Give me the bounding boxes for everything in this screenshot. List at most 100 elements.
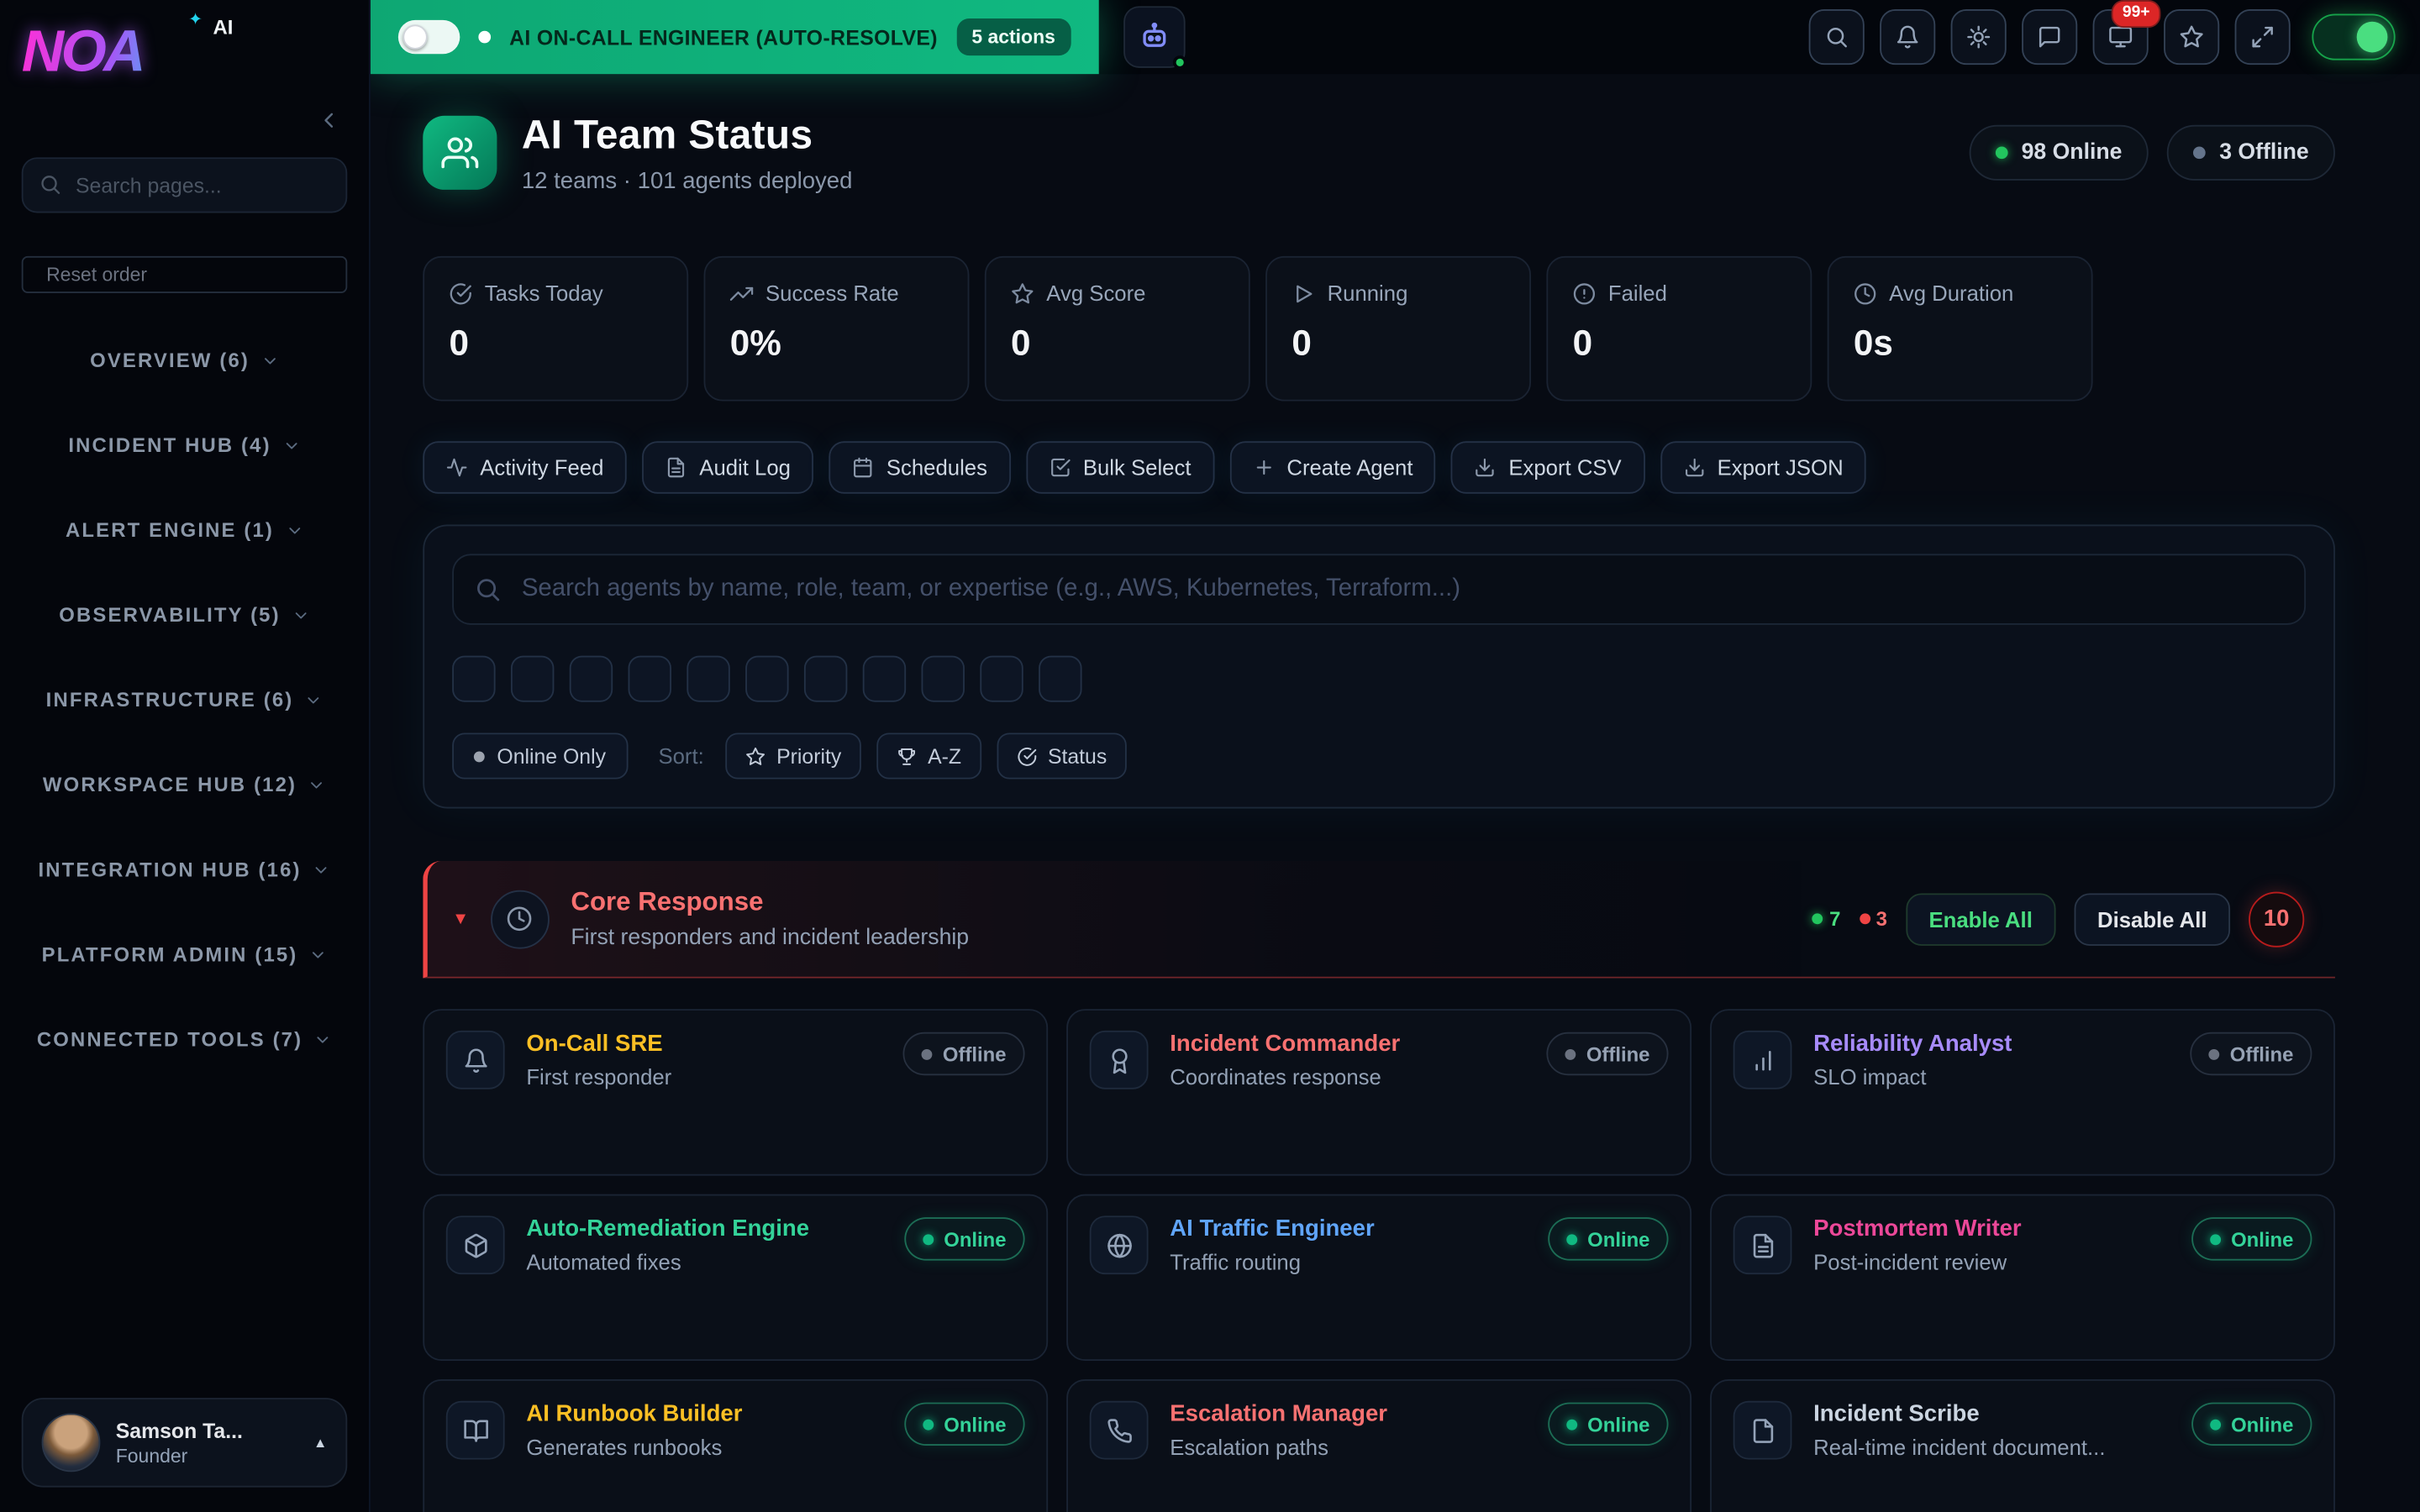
filter-chip[interactable] (687, 656, 729, 702)
agent-texts: Postmortem Writer Post-incident review (1813, 1215, 2022, 1274)
collapse-caret-icon[interactable]: ▼ (452, 910, 469, 928)
sidebar-nav-item[interactable]: INCIDENT HUB (4) (0, 402, 369, 487)
calendar-icon (852, 457, 874, 479)
agent-search-input[interactable] (452, 554, 2306, 624)
action-button[interactable]: Activity Feed (423, 441, 627, 493)
agent-card[interactable]: AI Traffic Engineer Traffic routing Onli… (1066, 1194, 1691, 1361)
box-icon (462, 1232, 488, 1258)
sidebar-nav-item[interactable]: OBSERVABILITY (5) (0, 572, 369, 657)
agent-texts: Escalation Manager Escalation paths (1170, 1401, 1387, 1460)
action-button[interactable]: Export JSON (1660, 441, 1867, 493)
agent-card-actions (526, 1479, 1024, 1499)
filter-chip[interactable] (629, 656, 671, 702)
sidebar-nav-item[interactable]: OVERVIEW (6) (0, 318, 369, 402)
sidebar-nav-item[interactable]: INTEGRATION HUB (16) (0, 827, 369, 911)
activity-icon (446, 457, 468, 479)
agent-name: Incident Commander (1170, 1031, 1400, 1057)
offline-count-pill: 3 Offline (2167, 125, 2335, 181)
agent-name: AI Traffic Engineer (1170, 1215, 1374, 1242)
agent-status-badge: Online (1547, 1217, 1668, 1260)
caret-up-icon[interactable]: ▲ (313, 1435, 327, 1450)
agent-card-actions (526, 1294, 1024, 1315)
enable-all-button[interactable]: Enable All (1906, 893, 2055, 945)
oncall-banner[interactable]: AI ON-CALL ENGINEER (AUTO-RESOLVE) 5 act… (371, 0, 1098, 74)
topbar-button[interactable] (1951, 9, 2007, 65)
sparkle-icon: ✦ (188, 9, 203, 29)
agent-card[interactable]: Postmortem Writer Post-incident review O… (1710, 1194, 2335, 1361)
agent-texts: Incident Commander Coordinates response (1170, 1031, 1400, 1089)
agent-name: Escalation Manager (1170, 1401, 1387, 1427)
phone-icon (1106, 1417, 1132, 1443)
sidebar-nav-item[interactable]: INFRASTRUCTURE (6) (0, 657, 369, 742)
reset-order-button[interactable]: Reset order (22, 256, 348, 293)
sidebar-nav-label: INCIDENT HUB (4) (68, 433, 271, 457)
disable-all-button[interactable]: Disable All (2074, 893, 2230, 945)
filter-chip[interactable] (745, 656, 788, 702)
sidebar-nav-item[interactable]: WORKSPACE HUB (12) (0, 742, 369, 827)
filter-chip[interactable] (452, 656, 495, 702)
message-icon (2037, 24, 2061, 49)
action-button-label: Export JSON (1718, 455, 1844, 480)
action-button[interactable]: Schedules (829, 441, 1011, 493)
filter-chip[interactable] (1039, 656, 1081, 702)
topbar-button[interactable] (2022, 9, 2077, 65)
status-dot-icon (923, 1233, 934, 1244)
filter-chip[interactable] (804, 656, 847, 702)
filter-chip[interactable] (511, 656, 554, 702)
filter-chip[interactable] (980, 656, 1023, 702)
topbar-button[interactable] (1880, 9, 1935, 65)
agent-card[interactable]: AI Runbook Builder Generates runbooks On… (423, 1379, 1048, 1512)
check-circle-icon (449, 281, 472, 305)
action-button[interactable]: Create Agent (1229, 441, 1436, 493)
topbar-button[interactable] (2164, 9, 2219, 65)
topbar-button[interactable]: 99+ (2093, 9, 2149, 65)
download-icon (1475, 457, 1497, 479)
user-name: Samson Ta... (116, 1419, 243, 1442)
stat-card: Running 0 (1265, 256, 1531, 402)
stat-value: 0 (449, 323, 661, 365)
agent-card[interactable]: Escalation Manager Escalation paths Onli… (1066, 1379, 1691, 1512)
sidebar-search-input[interactable] (22, 157, 348, 213)
agent-status-label: Online (944, 1413, 1006, 1436)
online-only-chip[interactable]: Online Only (452, 732, 628, 779)
oncall-toggle[interactable] (398, 20, 460, 54)
sort-option-chip[interactable]: A-Z (877, 732, 981, 779)
stat-header: Success Rate (730, 281, 943, 305)
filter-chip[interactable] (863, 656, 906, 702)
team-offline-count: 3 (1859, 907, 1886, 931)
agent-name: Postmortem Writer (1813, 1215, 2022, 1242)
topbar-button[interactable] (1809, 9, 1865, 65)
filter-chip[interactable] (570, 656, 613, 702)
agent-card[interactable]: Auto-Remediation Engine Automated fixes … (423, 1194, 1048, 1361)
app-logo[interactable]: NOA ✦ AI (0, 0, 369, 96)
sort-option-chip[interactable]: Status (997, 732, 1127, 779)
agent-card[interactable]: Reliability Analyst SLO impact Offline (1710, 1009, 2335, 1175)
action-button[interactable]: Export CSV (1451, 441, 1644, 493)
agent-card[interactable]: On-Call SRE First responder Offline (423, 1009, 1048, 1175)
chevron-left-icon[interactable] (317, 108, 341, 133)
action-button[interactable]: Bulk Select (1026, 441, 1214, 493)
agent-card[interactable]: Incident Scribe Real-time incident docum… (1710, 1379, 2335, 1512)
assistant-robot-button[interactable] (1123, 6, 1185, 67)
stat-header: Avg Score (1011, 281, 1223, 305)
agent-status-label: Online (2231, 1413, 2293, 1436)
theme-toggle[interactable] (2312, 14, 2395, 60)
agent-texts: AI Traffic Engineer Traffic routing (1170, 1215, 1374, 1274)
user-profile-card[interactable]: Samson Ta... Founder ▲ (22, 1398, 348, 1488)
agent-texts: On-Call SRE First responder (526, 1031, 671, 1089)
action-button[interactable]: Audit Log (642, 441, 813, 493)
sidebar-search (22, 157, 348, 213)
stat-label: Tasks Today (485, 281, 603, 305)
agent-card-actions (526, 1110, 1024, 1130)
team-name: Core Response (571, 887, 969, 918)
topbar-button[interactable] (2235, 9, 2291, 65)
sidebar-nav-item[interactable]: CONNECTED TOOLS (7) (0, 997, 369, 1082)
search-icon (39, 173, 62, 197)
agent-card[interactable]: Incident Commander Coordinates response … (1066, 1009, 1691, 1175)
filter-chip[interactable] (922, 656, 965, 702)
sidebar-nav-item[interactable]: ALERT ENGINE (1) (0, 487, 369, 572)
sort-option-chip[interactable]: Priority (725, 732, 861, 779)
bell-icon (462, 1047, 488, 1073)
sidebar-nav-item[interactable]: PLATFORM ADMIN (15) (0, 912, 369, 997)
team-description: First responders and incident leadership (571, 926, 969, 950)
